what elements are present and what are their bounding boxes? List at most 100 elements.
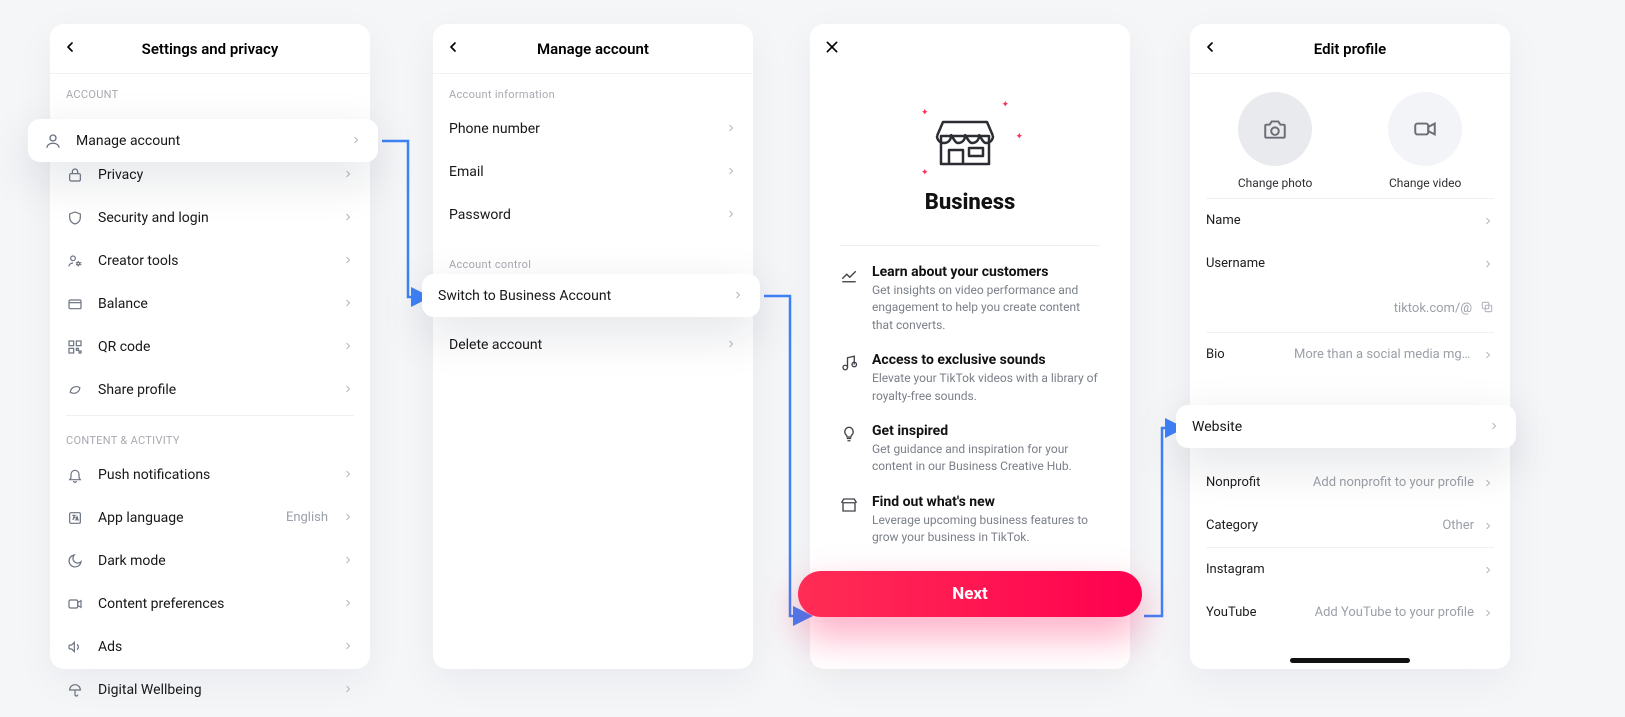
back-icon[interactable]: [445, 39, 461, 59]
bell-icon: [66, 466, 84, 484]
feature-whats-new: Find out what's new Leverage upcoming bu…: [840, 494, 1100, 547]
row-phone-number[interactable]: Phone number: [433, 107, 753, 150]
row-switch-to-business[interactable]: Switch to Business Account: [422, 274, 760, 317]
row-username[interactable]: Username: [1190, 242, 1510, 285]
row-security[interactable]: Security and login: [50, 196, 370, 239]
chevron-right-icon: [350, 131, 362, 150]
row-bio[interactable]: Bio More than a social media mgmt softwa…: [1190, 333, 1510, 376]
row-youtube[interactable]: YouTube Add YouTube to your profile: [1190, 591, 1510, 634]
close-icon[interactable]: [824, 39, 840, 59]
chevron-right-icon: [342, 165, 354, 184]
change-photo-button[interactable]: Change photo: [1238, 92, 1313, 190]
next-button[interactable]: Next: [798, 571, 1142, 617]
user-icon: [44, 132, 62, 150]
chevron-right-icon: [1482, 258, 1494, 270]
video-icon: [66, 595, 84, 613]
feature-analytics: Learn about your customers Get insights …: [840, 264, 1100, 334]
profile-url: tiktok.com/@: [1394, 301, 1472, 316]
chevron-right-icon: [1488, 417, 1500, 436]
flow-arrow-3: [1140, 422, 1200, 622]
chevron-right-icon: [342, 294, 354, 313]
card-icon: [66, 295, 84, 313]
music-icon: [840, 354, 858, 405]
shop-icon: [840, 496, 858, 547]
row-url[interactable]: tiktok.com/@: [1190, 285, 1510, 332]
chevron-right-icon: [342, 551, 354, 570]
chevron-right-icon: [732, 286, 744, 305]
chevron-right-icon: [1482, 215, 1494, 227]
row-name[interactable]: Name: [1190, 199, 1510, 242]
storefront-icon: ✦ ✦ ✦ ✦: [935, 114, 1005, 174]
back-icon[interactable]: [62, 39, 78, 59]
chevron-right-icon: [725, 335, 737, 354]
row-content-prefs[interactable]: Content preferences: [50, 582, 370, 625]
chevron-right-icon: [342, 680, 354, 699]
section-label-info: Account information: [433, 74, 753, 107]
row-digital-wellbeing[interactable]: Digital Wellbeing: [50, 668, 370, 711]
row-manage-account[interactable]: Manage account: [28, 119, 378, 162]
row-push[interactable]: Push notifications: [50, 453, 370, 496]
moon-icon: [66, 552, 84, 570]
change-video-button[interactable]: Change video: [1388, 92, 1462, 190]
chevron-right-icon: [1482, 607, 1494, 619]
business-title: Business: [925, 190, 1016, 215]
chevron-right-icon: [342, 337, 354, 356]
chevron-right-icon: [342, 251, 354, 270]
row-share-profile[interactable]: Share profile: [50, 368, 370, 411]
row-instagram[interactable]: Instagram: [1190, 548, 1510, 591]
row-app-language[interactable]: App language English: [50, 496, 370, 539]
copy-icon[interactable]: [1480, 299, 1494, 318]
chevron-right-icon: [1482, 564, 1494, 576]
business-intro-screen: ✦ ✦ ✦ ✦ Business Learn about your cu: [810, 24, 1130, 669]
umbrella-icon: [66, 681, 84, 699]
page-title: Manage account: [537, 40, 649, 58]
chevron-right-icon: [342, 637, 354, 656]
language-icon: [66, 509, 84, 527]
row-password[interactable]: Password: [433, 193, 753, 236]
user-gear-icon: [66, 252, 84, 270]
qr-icon: [66, 338, 84, 356]
page-title: Edit profile: [1314, 40, 1386, 58]
row-ads[interactable]: Ads: [50, 625, 370, 668]
row-email[interactable]: Email: [433, 150, 753, 193]
row-dark-mode[interactable]: Dark mode: [50, 539, 370, 582]
app-language-value: English: [286, 510, 328, 525]
chevron-right-icon: [342, 380, 354, 399]
video-icon: [1388, 92, 1462, 166]
camera-icon: [1238, 92, 1312, 166]
manage-account-screen: Manage account Account information Phone…: [433, 24, 753, 669]
section-label-account: ACCOUNT: [50, 74, 370, 107]
chevron-right-icon: [342, 208, 354, 227]
lightbulb-icon: [840, 425, 858, 476]
feature-sounds: Access to exclusive sounds Elevate your …: [840, 352, 1100, 405]
chevron-right-icon: [342, 465, 354, 484]
share-icon: [66, 381, 84, 399]
row-nonprofit[interactable]: Nonprofit Add nonprofit to your profile: [1190, 461, 1510, 504]
chevron-right-icon: [725, 205, 737, 224]
section-label-content: CONTENT & ACTIVITY: [50, 420, 370, 453]
row-qr-code[interactable]: QR code: [50, 325, 370, 368]
row-category[interactable]: Category Other: [1190, 504, 1510, 547]
analytics-icon: [840, 266, 858, 334]
row-delete-account[interactable]: Delete account: [433, 323, 753, 366]
back-icon[interactable]: [1202, 39, 1218, 59]
edit-profile-screen: Edit profile Change photo Change video N…: [1190, 24, 1510, 669]
feature-inspired: Get inspired Get guidance and inspiratio…: [840, 423, 1100, 476]
chevron-right-icon: [725, 162, 737, 181]
chevron-right-icon: [725, 119, 737, 138]
label: Privacy: [98, 167, 328, 183]
chevron-right-icon: [1482, 349, 1494, 361]
megaphone-icon: [66, 638, 84, 656]
row-website[interactable]: Website: [1176, 405, 1516, 448]
lock-icon: [66, 166, 84, 184]
chevron-right-icon: [342, 508, 354, 527]
page-title: Settings and privacy: [142, 40, 279, 58]
row-creator-tools[interactable]: Creator tools: [50, 239, 370, 282]
chevron-right-icon: [1482, 477, 1494, 489]
shield-icon: [66, 209, 84, 227]
row-balance[interactable]: Balance: [50, 282, 370, 325]
home-indicator: [1290, 658, 1410, 663]
chevron-right-icon: [342, 594, 354, 613]
chevron-right-icon: [1482, 520, 1494, 532]
section-label-control: Account control: [433, 236, 753, 277]
